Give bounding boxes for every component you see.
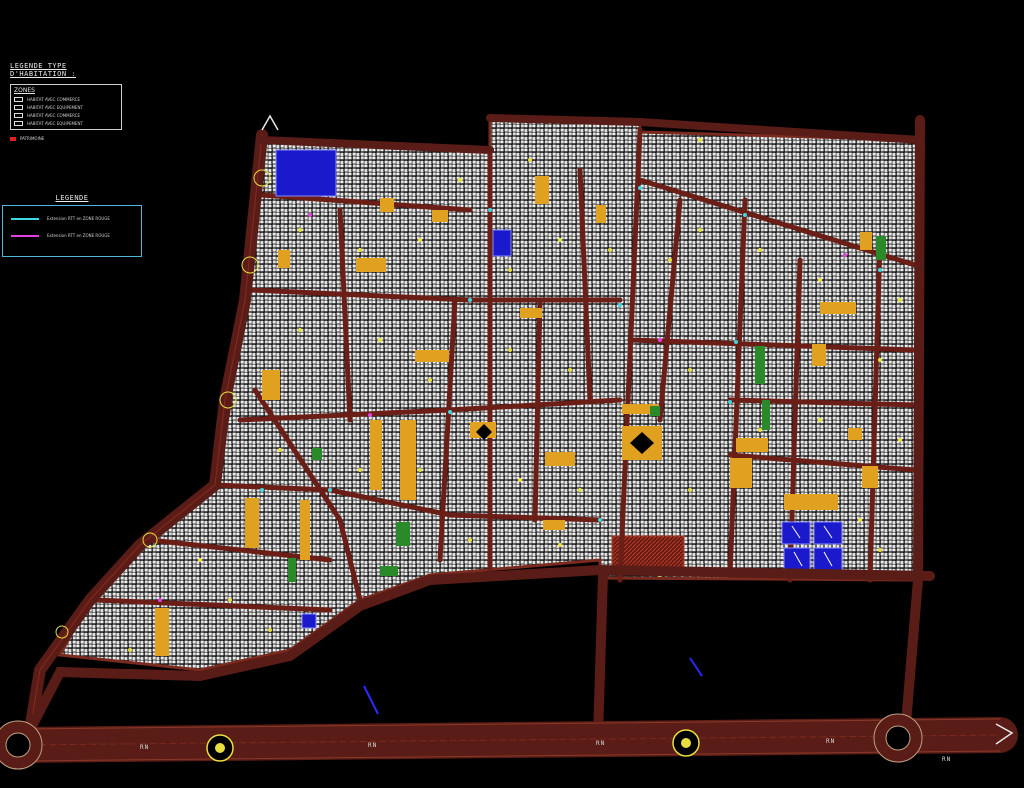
road-label: RN: [596, 740, 606, 747]
network-legend: LEGENDE Extension RTT en ZONE ROUGE Exte…: [2, 194, 142, 257]
road-label: RN: [942, 756, 952, 763]
zone-swatch: [14, 121, 23, 126]
legend-line-row: Extension RTT en ZONE ROUGE: [11, 216, 133, 221]
zone-label: HABITAT AVEC COMMERCE: [27, 97, 81, 102]
zones-box: ZONES HABITAT AVEC COMMERCE HABITAT AVEC…: [10, 84, 122, 130]
road-label: RN: [368, 742, 378, 749]
legend-line-label: Extension RTT en ZONE ROUGE: [47, 216, 110, 221]
zone-row: HABITAT AVEC COMMERCE: [14, 97, 118, 102]
patrimoine-label: PATRIMOINE: [20, 136, 45, 141]
zones-heading: ZONES: [14, 87, 35, 94]
road-label: RN: [826, 738, 836, 745]
legend-title: LEGENDE: [55, 194, 89, 202]
legend-line-label: Extension RTT en ZONE ROUGE: [47, 233, 110, 238]
zone-row: HABITAT AVEC COMMERCE: [14, 113, 118, 118]
habitation-legend: LEGENDE TYPE D'HABITATION : ZONES HABITA…: [10, 62, 122, 141]
cyan-line-swatch: [11, 217, 39, 220]
patrimoine-row: PATRIMOINE: [10, 136, 122, 141]
zone-row: HABITAT AVEC EQUIPEMENT: [14, 121, 118, 126]
zone-row: HABITAT AVEC EQUIPEMENT: [14, 105, 118, 110]
zone-label: HABITAT AVEC EQUIPEMENT: [27, 121, 83, 126]
network-legend-box: Extension RTT en ZONE ROUGE Extension RT…: [2, 205, 142, 257]
zone-swatch: [14, 113, 23, 118]
blue-dashes: [363, 657, 703, 715]
patrimoine-swatch: [10, 136, 16, 141]
zone-swatch: [14, 97, 23, 102]
zone-label: HABITAT AVEC COMMERCE: [27, 113, 81, 118]
road-label: RN: [140, 744, 150, 751]
magenta-line-swatch: [11, 234, 39, 237]
arrow-north-west: [261, 114, 279, 131]
legend-title: LEGENDE TYPE D'HABITATION :: [10, 62, 77, 78]
urban-plan-map: [0, 114, 1018, 770]
legend-line-row: Extension RTT en ZONE ROUGE: [11, 233, 133, 238]
zone-label: HABITAT AVEC EQUIPEMENT: [27, 105, 83, 110]
zone-swatch: [14, 105, 23, 110]
